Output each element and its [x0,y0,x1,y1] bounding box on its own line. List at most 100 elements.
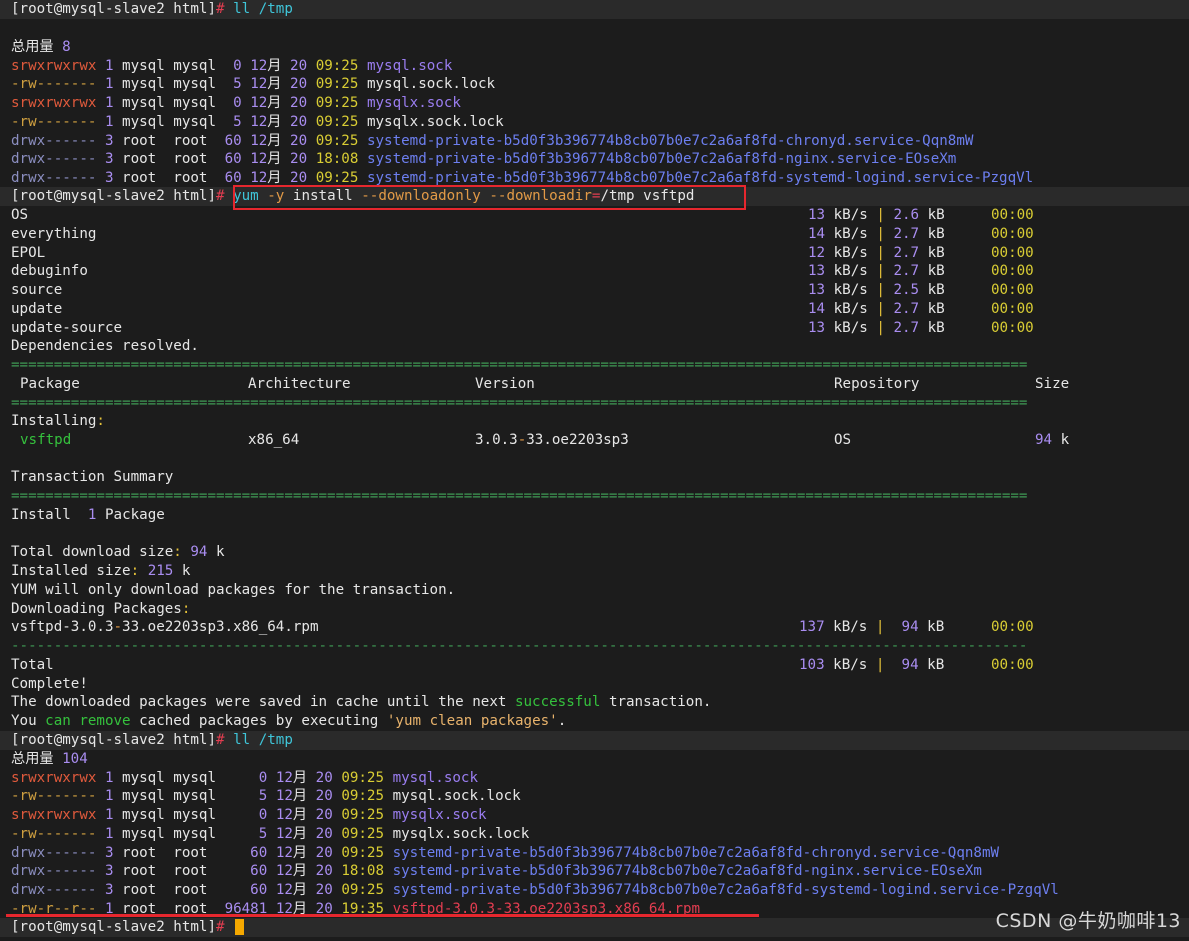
month-num: 12 [275,807,293,823]
perm: srwxrwxrwx [11,95,97,111]
file-name: systemd-private-b5d0f3b396774b8cb07b0e7c… [366,132,974,149]
link-count: 1 [104,788,114,805]
link-count: 1 [104,57,114,74]
time: 09:25 [315,95,359,111]
repo-row: source 13 kB/s | 2.5 kB 00:00 [11,281,1183,300]
time: 09:25 [341,882,385,898]
listing-row: -rw------- 1 mysql mysql 5 12月 20 09:25 … [11,788,521,805]
prompt-line-3: [root@mysql-slave2 html]# ll /tmp [0,731,1189,750]
pkg-arch: x86_64 [248,432,300,448]
month-num: 12 [250,95,268,111]
repo-row: EPOL 12 kB/s | 2.7 kB 00:00 [11,244,1183,263]
total-line-1: 总用量 8 [11,38,1183,57]
day: 20 [315,769,333,786]
package-row: vsftpd x86_64 3.0.3-33.oe2203sp3 OS 94 k [11,431,1183,450]
time: 09:25 [315,76,359,93]
file-size: 60 [224,882,268,898]
listing-row: srwxrwxrwx 1 mysql mysql 0 12月 20 09:25 … [11,807,487,823]
repo-row: update 14 kB/s | 2.7 kB 00:00 [11,300,1183,319]
repo-row: update-source 13 kB/s | 2.7 kB 00:00 [11,319,1183,338]
repo-speed: 14 kB/s | 2.7 kB [808,225,945,242]
repo-row: debuginfo 13 kB/s | 2.7 kB 00:00 [11,262,1183,281]
month-num: 12 [275,788,293,805]
file-size: 5 [224,76,242,93]
complete-line: Complete! [11,676,88,692]
listing-row: drwx------ 3 root root 60 12月 20 18:08 s… [11,863,982,880]
file-name: mysql.sock.lock [392,788,521,805]
listing-row: drwx------ 3 root root 60 12月 20 09:25 s… [11,132,974,149]
perm: -rw------- [11,113,97,130]
day: 20 [315,844,333,861]
speed: 13 [808,263,826,280]
speed: 12 [808,244,826,261]
rpm-underline [6,914,759,917]
file-size: 60 [224,844,268,861]
file-name: mysql.sock [392,769,478,786]
sep: | [876,300,885,317]
size: 2.5 [893,282,920,298]
perm: drwx------ [11,151,97,168]
file-name: mysqlx.sock.lock [366,113,504,130]
file-name: mysqlx.sock [392,807,487,823]
month-unit: 月 [292,882,308,898]
link-count: 3 [104,863,114,880]
month-unit: 月 [292,807,308,823]
rpm-download-row: vsftpd-3.0.3-33.oe2203sp3.x86_64.rpm 137… [11,619,1034,635]
link-count: 1 [104,76,114,93]
speed: 13 [808,282,826,298]
file-size: 0 [224,807,268,823]
rule-dash: ----------------------------------------… [11,638,1028,654]
yum-note: YUM will only download packages for the … [11,582,456,598]
month-unit: 月 [267,170,282,186]
time: 18:08 [341,863,385,880]
saved-line: The downloaded packages were saved in ca… [11,694,712,710]
repo-speed: 13 kB/s | 2.5 kB [808,282,945,298]
repo-time: 00:00 [991,319,1034,336]
perm: drwx------ [11,170,97,186]
month-num: 12 [275,882,293,898]
installing-label: Installing: [11,413,105,429]
csdn-watermark: CSDN @牛奶咖啡13 [995,910,1181,932]
perm: srwxrwxrwx [11,769,97,786]
size: 2.7 [893,244,920,261]
sep: | [876,263,885,280]
month-num: 12 [250,132,268,149]
file-name: systemd-private-b5d0f3b396774b8cb07b0e7c… [392,844,1000,861]
month-num: 12 [250,113,268,130]
deps-resolved: Dependencies resolved. [11,338,199,354]
month-unit: 月 [292,825,308,842]
listing-row: drwx------ 3 root root 60 12月 20 09:25 s… [11,882,1059,898]
header-package: Package [20,376,80,392]
rule-eq-3: ========================================… [11,488,1028,504]
listing-row: -rw------- 1 mysql mysql 5 12月 20 09:25 … [11,825,530,842]
file-name: mysql.sock [366,57,453,74]
size: 2.7 [893,263,920,280]
day: 20 [290,132,308,149]
pkg-version: 3.0.3-33.oe2203sp3 [475,432,629,448]
link-count: 3 [104,844,114,861]
perm: srwxrwxrwx [11,57,97,74]
time: 09:25 [341,844,385,861]
listing-row: drwx------ 3 root root 60 12月 20 09:25 s… [11,844,1000,861]
link-count: 3 [104,151,114,168]
speed: 14 [808,300,826,317]
prompt-line-1: [root@mysql-slave2 html]# ll /tmp [0,0,1189,19]
day: 20 [290,95,308,111]
perm: drwx------ [11,844,97,861]
file-name: mysqlx.sock [366,95,461,111]
file-size: 5 [224,788,268,805]
month-unit: 月 [267,132,282,149]
pkg-repo: OS [834,432,852,448]
month-unit: 月 [292,788,308,805]
downloading-label: Downloading Packages: [11,601,191,617]
remove-line: You can remove cached packages by execut… [11,713,567,729]
total-label: 总用量 [11,39,54,55]
rule-eq-1: ========================================… [11,357,1028,373]
terminal-cursor[interactable] [235,919,245,935]
file-size: 0 [224,57,242,74]
perm: -rw------- [11,825,97,842]
listing-row: -rw------- 1 mysql mysql 5 12月 20 09:25 … [11,76,496,93]
day: 20 [290,170,308,186]
time: 18:08 [315,151,359,168]
day: 20 [315,825,333,842]
